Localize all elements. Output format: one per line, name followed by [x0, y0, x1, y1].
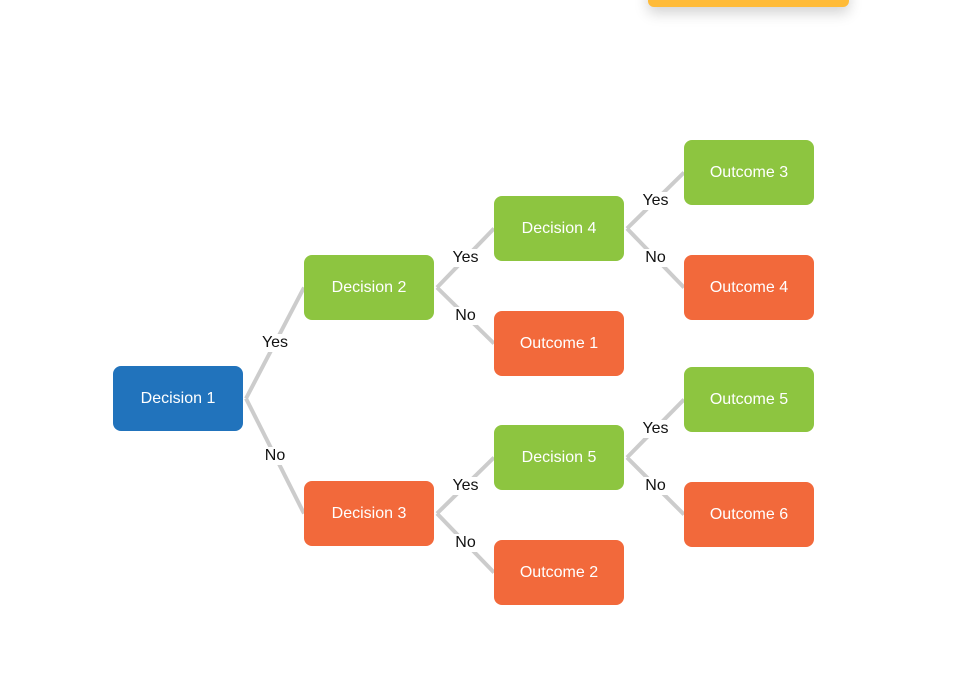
edge-label-d5-o6: No [643, 477, 668, 495]
edge-label-d4-o3: Yes [640, 191, 671, 210]
edge-label-d1-d2: Yes [259, 334, 291, 352]
node-outcome-1[interactable]: Outcome 1 [494, 311, 624, 376]
node-decision-2[interactable]: Decision 2 [304, 255, 434, 320]
edge-label-d3-o2: No [453, 534, 478, 552]
edge-label-d4-o4: No [643, 249, 668, 267]
node-outcome-4[interactable]: Outcome 4 [684, 255, 814, 320]
node-decision-3[interactable]: Decision 3 [304, 481, 434, 546]
node-outcome-2[interactable]: Outcome 2 [494, 540, 624, 605]
node-outcome-5[interactable]: Outcome 5 [684, 367, 814, 432]
edge-label-d2-o1: No [453, 306, 478, 325]
node-outcome-3[interactable]: Outcome 3 [684, 140, 814, 205]
node-decision-5[interactable]: Decision 5 [494, 425, 624, 490]
node-outcome-6[interactable]: Outcome 6 [684, 482, 814, 547]
connector-layer [244, 171, 686, 574]
edge-label-d3-d5: Yes [450, 476, 481, 495]
edge-label-d2-d4: Yes [450, 249, 481, 267]
node-decision-4[interactable]: Decision 4 [494, 196, 624, 261]
edge-label-d5-o5: Yes [640, 419, 671, 438]
edge-label-d1-d3: No [262, 447, 288, 465]
node-decision-1[interactable]: Decision 1 [113, 366, 243, 431]
